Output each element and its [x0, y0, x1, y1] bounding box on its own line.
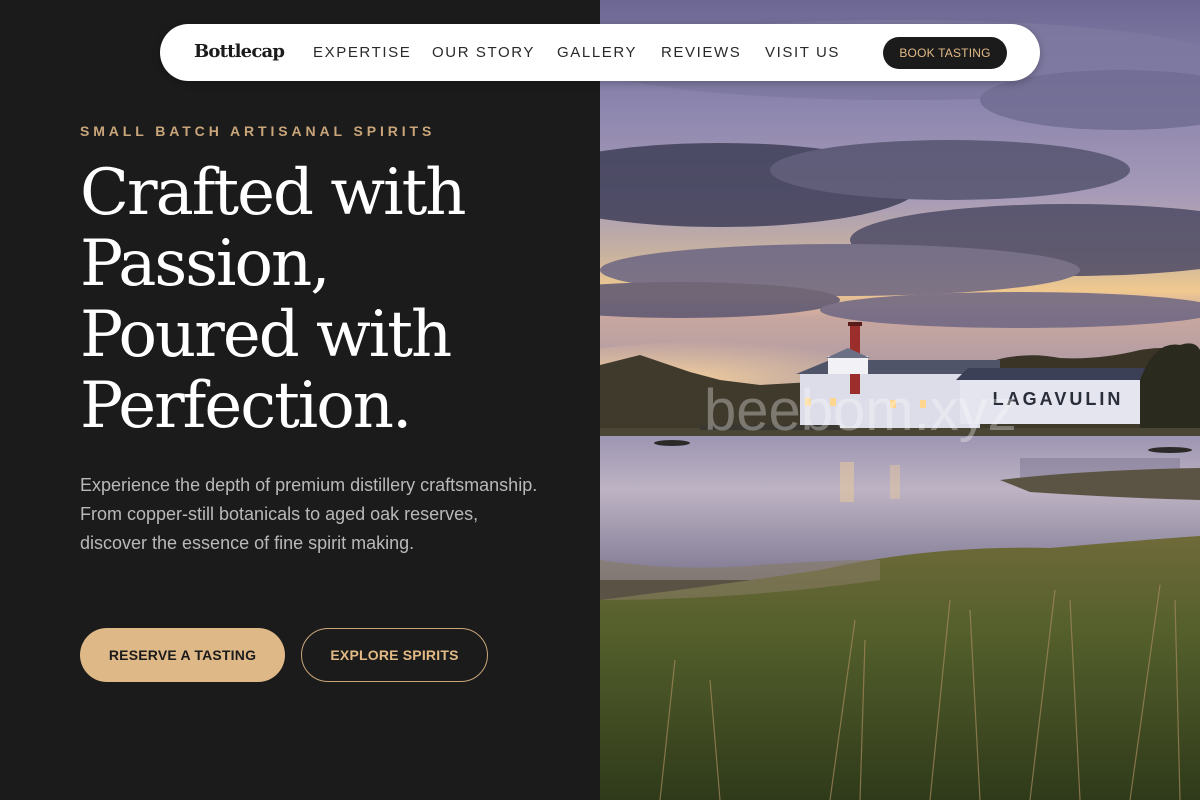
explore-spirits-button[interactable]: EXPLORE SPIRITS	[301, 628, 488, 682]
watermark: beebom.xyz	[704, 378, 1017, 443]
hero-description: Experience the depth of premium distille…	[80, 475, 538, 553]
hero-eyebrow: SMALL BATCH ARTISANAL SPIRITS	[80, 123, 436, 139]
headline-line: Crafted with	[80, 156, 467, 230]
book-tasting-button[interactable]: BOOK TASTING	[883, 37, 1007, 69]
nav-link-gallery[interactable]: GALLERY	[557, 44, 637, 61]
hero-headline: Crafted with Passion, Poured with Perfec…	[80, 158, 600, 442]
nav-link-our-story[interactable]: OUR STORY	[432, 44, 535, 61]
reserve-tasting-button[interactable]: RESERVE A TASTING	[80, 628, 285, 682]
nav-link-visit-us[interactable]: VISIT US	[765, 44, 840, 61]
brand-logo[interactable]: Bottlecap	[194, 41, 285, 62]
hero-left-panel: SMALL BATCH ARTISANAL SPIRITS Crafted wi…	[0, 0, 600, 800]
nav-link-reviews[interactable]: REVIEWS	[661, 44, 741, 61]
headline-line: Poured with	[80, 298, 452, 372]
hero-photo: LAGAVULIN beebom.xyz	[600, 0, 1200, 800]
distillery-photo: LAGAVULIN beebom.xyz	[600, 0, 1200, 800]
nav-link-expertise[interactable]: EXPERTISE	[313, 44, 411, 61]
top-navigation: Bottlecap EXPERTISE OUR STORY GALLERY RE…	[160, 24, 1040, 81]
headline-line: Perfection.	[80, 369, 412, 443]
headline-line: Passion,	[80, 227, 331, 301]
